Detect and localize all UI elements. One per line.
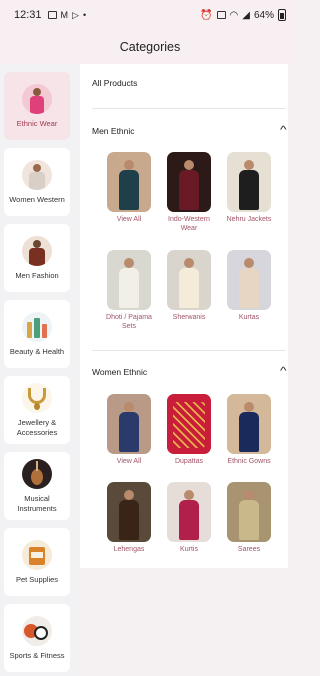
- tile-sherwanis[interactable]: Sherwanis: [159, 250, 219, 322]
- play-store-icon: ▷: [72, 9, 79, 20]
- sidebar-item-musical-instruments[interactable]: Musical Instruments: [4, 452, 70, 520]
- kurtis-image: [167, 482, 211, 542]
- dot-icon: •: [82, 10, 87, 20]
- sports-fitness-thumbnail: [22, 615, 52, 646]
- tile-label: View All: [116, 458, 142, 465]
- men-view-all-image: [107, 152, 151, 212]
- sidebar-item-ethnic-wear[interactable]: Ethnic Wear: [4, 72, 70, 140]
- sidebar-item-label: Sports & Fitness: [9, 650, 65, 660]
- status-time: 12:31: [14, 9, 42, 21]
- signal-icon: ◢: [242, 9, 250, 21]
- notification-icons: M ▷ •: [47, 9, 87, 21]
- sidebar-item-label: Ethnic Wear: [16, 118, 58, 128]
- tile-label: Indo-Western Wear: [168, 216, 210, 233]
- dupattas-image: [167, 394, 211, 454]
- category-sidebar: Ethnic Wear Women Western Men Fashion Be…: [0, 64, 78, 676]
- battery-percent: 64%: [253, 9, 274, 21]
- musical-instruments-thumbnail: [22, 459, 52, 490]
- beauty-health-thumbnail: [22, 311, 52, 342]
- tile-label: View All: [116, 216, 142, 223]
- tile-label: Kurtis: [180, 546, 198, 553]
- section-title: Women Ethnic: [92, 367, 148, 377]
- wifi-icon: ◠: [229, 9, 239, 21]
- section-header-women-ethnic[interactable]: Women Ethnic ^: [92, 367, 287, 378]
- tile-label: Sarees: [237, 546, 261, 553]
- pet-supplies-thumbnail: [22, 539, 52, 570]
- sidebar-item-label: Beauty & Health: [9, 346, 65, 356]
- tile-sarees[interactable]: Sarees: [219, 482, 279, 554]
- sidebar-item-jewellery-accessories[interactable]: Jewellery & Accessories: [4, 376, 70, 444]
- tile-label: Dupattas: [174, 458, 204, 465]
- battery-icon: [278, 9, 286, 21]
- tile-label: Nehru Jackets: [226, 216, 272, 223]
- sidebar-item-men-fashion[interactable]: Men Fashion: [4, 224, 70, 292]
- sherwanis-image: [167, 250, 211, 310]
- women-view-all-image: [107, 394, 151, 454]
- nehru-jackets-image: [227, 152, 271, 212]
- men-fashion-thumbnail: [22, 235, 52, 266]
- sidebar-item-women-western[interactable]: Women Western: [4, 148, 70, 216]
- tile-dhoti-pajama-sets[interactable]: Dhoti / Pajama Sets: [99, 250, 159, 332]
- tile-kurtas[interactable]: Kurtas: [219, 250, 279, 322]
- sidebar-item-label: Pet Supplies: [15, 574, 59, 584]
- tile-label: Sherwanis: [172, 314, 206, 321]
- ethnic-wear-thumbnail: [22, 83, 52, 114]
- system-icons: ⏰ ◠ ◢ 64%: [200, 9, 286, 21]
- tile-kurtis[interactable]: Kurtis: [159, 482, 219, 554]
- sidebar-item-beauty-health[interactable]: Beauty & Health: [4, 300, 70, 368]
- gmail-icon: M: [60, 10, 69, 20]
- sidebar-item-sports-fitness[interactable]: Sports & Fitness: [4, 604, 70, 672]
- all-products-link[interactable]: All Products: [92, 78, 137, 88]
- sidebar-item-label: Musical Instruments: [17, 494, 57, 513]
- chevron-up-icon[interactable]: ^: [280, 126, 287, 136]
- divider: [92, 350, 286, 351]
- tile-label: Dhoti / Pajama Sets: [106, 314, 152, 331]
- indo-western-image: [167, 152, 211, 212]
- tile-lehengas[interactable]: Lehengas: [99, 482, 159, 554]
- tile-label: Ethnic Gowns: [227, 458, 271, 465]
- ethnic-gowns-image: [227, 394, 271, 454]
- tile-indo-western-wear[interactable]: Indo-Western Wear: [159, 152, 219, 234]
- tile-label: Kurtas: [238, 314, 260, 321]
- tile-label: Lehengas: [113, 546, 145, 553]
- tile-men-view-all[interactable]: View All: [99, 152, 159, 224]
- alarm-icon: ⏰: [200, 9, 213, 21]
- tile-nehru-jackets[interactable]: Nehru Jackets: [219, 152, 279, 224]
- sidebar-item-label: Jewellery & Accessories: [16, 418, 58, 437]
- sidebar-item-pet-supplies[interactable]: Pet Supplies: [4, 528, 70, 596]
- women-western-thumbnail: [22, 159, 52, 190]
- sarees-image: [227, 482, 271, 542]
- tile-women-view-all[interactable]: View All: [99, 394, 159, 466]
- sidebar-item-label: Women Western: [9, 194, 65, 204]
- dhoti-image: [107, 250, 151, 310]
- page-title: Categories: [119, 40, 181, 54]
- category-content: All Products Men Ethnic ^ View All Indo-…: [80, 64, 288, 568]
- section-header-men-ethnic[interactable]: Men Ethnic ^: [92, 126, 287, 137]
- gallery-icon: [47, 11, 57, 19]
- section-title: Men Ethnic: [92, 126, 135, 136]
- vibrate-icon: [216, 11, 226, 19]
- status-bar: 12:31 M ▷ • ⏰ ◠ ◢ 64%: [0, 0, 300, 30]
- app-header: Categories: [0, 30, 300, 64]
- sidebar-item-label: Men Fashion: [15, 270, 59, 280]
- tile-ethnic-gowns[interactable]: Ethnic Gowns: [219, 394, 279, 466]
- chevron-up-icon[interactable]: ^: [280, 367, 287, 377]
- kurtas-image: [227, 250, 271, 310]
- tile-dupattas[interactable]: Dupattas: [159, 394, 219, 466]
- divider: [92, 108, 286, 109]
- jewellery-thumbnail: [22, 383, 52, 414]
- lehengas-image: [107, 482, 151, 542]
